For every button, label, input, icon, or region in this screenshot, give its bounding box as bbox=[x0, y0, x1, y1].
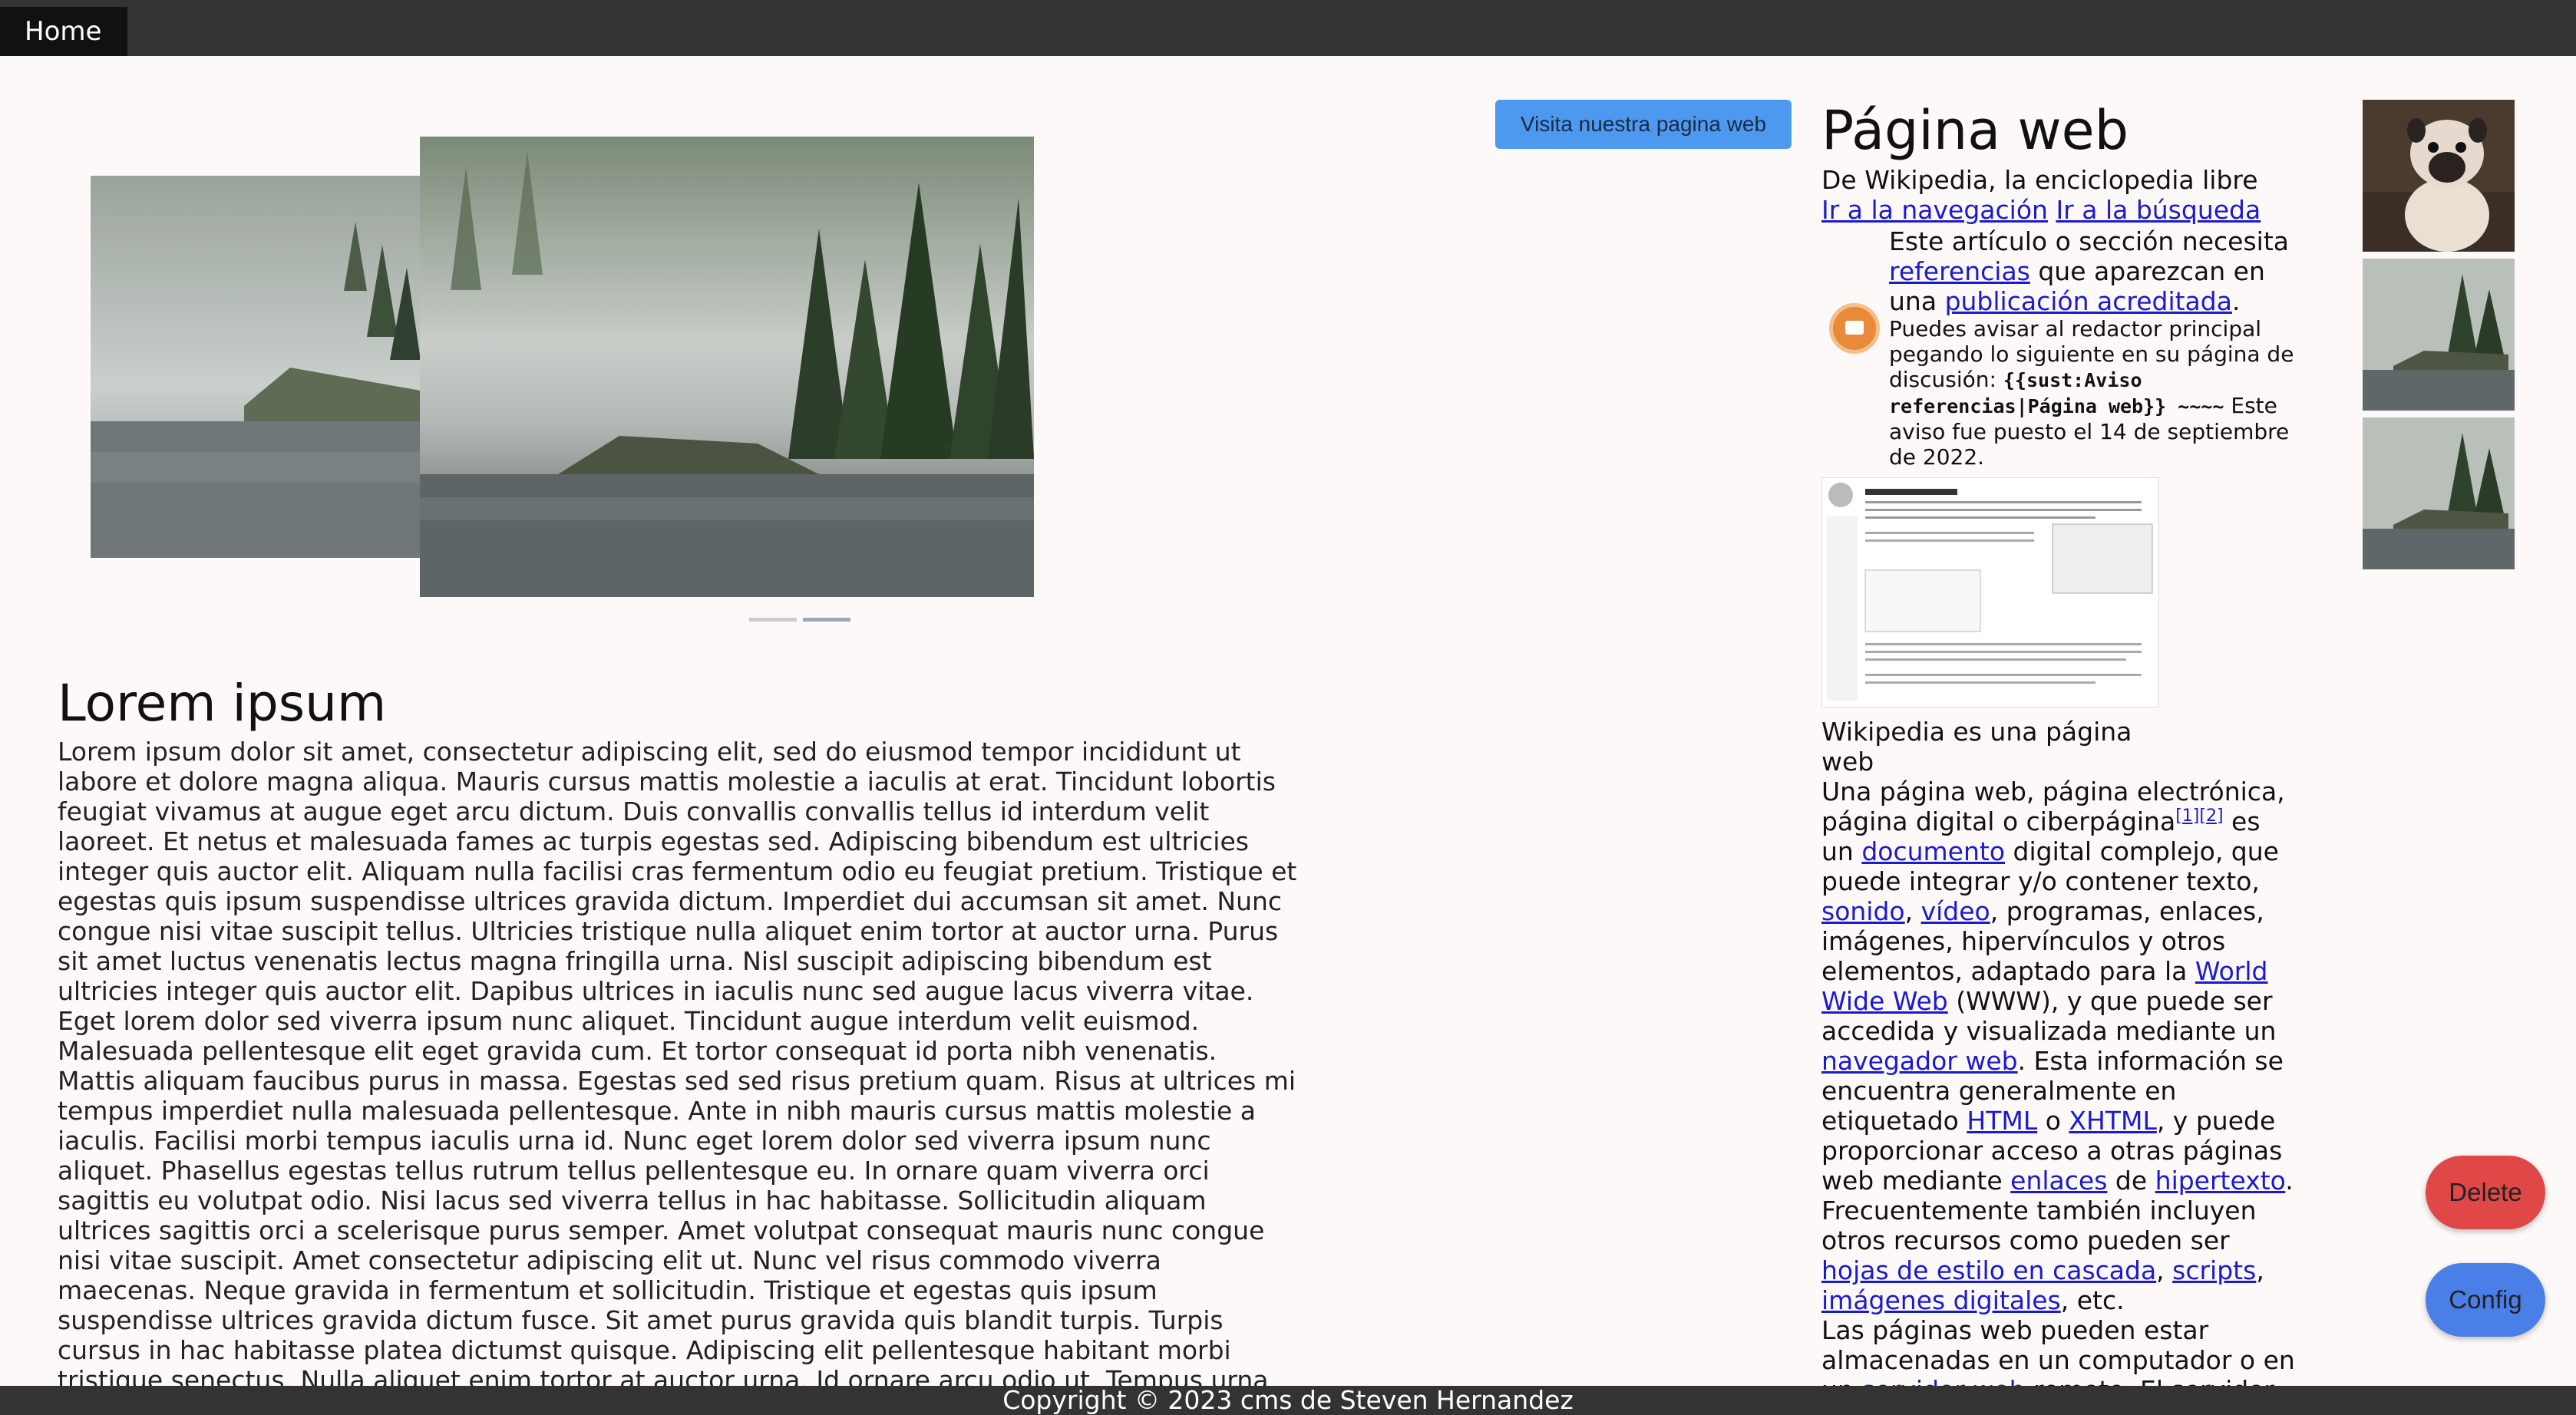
ref-link-1[interactable]: [1] bbox=[2175, 806, 2199, 826]
wiki-subtitle: De Wikipedia, la enciclopedia libre bbox=[1821, 165, 2258, 195]
link-sonido[interactable]: sonido bbox=[1821, 896, 1905, 926]
references-notice: Este artículo o sección necesita referen… bbox=[1821, 226, 2297, 470]
main-paragraph: Lorem ipsum dolor sit amet, consectetur … bbox=[58, 737, 1297, 1389]
wikipedia-screenshot-image[interactable] bbox=[1821, 477, 2159, 708]
wiki-article: Página web De Wikipedia, la enciclopedia… bbox=[1821, 96, 2297, 1393]
wiki-paragraph-2: Las páginas web pueden estar almacenadas… bbox=[1821, 1315, 2297, 1393]
link-html[interactable]: HTML bbox=[1967, 1106, 2037, 1136]
ref-link-2[interactable]: [2] bbox=[2199, 806, 2223, 826]
link-xhtml[interactable]: XHTML bbox=[2069, 1106, 2156, 1136]
thumbnail-forest-lake-1[interactable] bbox=[2363, 259, 2515, 411]
link-imagenes[interactable]: imágenes digitales bbox=[1821, 1285, 2061, 1315]
thumbnail-forest-lake-2[interactable] bbox=[2363, 417, 2515, 569]
book-notice-icon bbox=[1829, 303, 1880, 354]
wiki-paragraph-1: Una página web, página electrónica, pági… bbox=[1821, 777, 2294, 1315]
footer-copyright: Copyright © 2023 cms de Steven Hernandez bbox=[0, 1386, 2576, 1415]
link-css[interactable]: hojas de estilo en cascada bbox=[1821, 1255, 2156, 1285]
link-video[interactable]: vídeo bbox=[1921, 896, 1990, 926]
image-slider[interactable] bbox=[91, 137, 1035, 628]
link-scripts[interactable]: scripts bbox=[2172, 1255, 2256, 1285]
goto-navigation-link[interactable]: Ir a la navegación bbox=[1821, 195, 2048, 225]
notice-details: Puedes avisar al redactor principal pega… bbox=[1889, 316, 2294, 470]
link-navegador[interactable]: navegador web bbox=[1821, 1046, 2018, 1076]
link-enlaces[interactable]: enlaces bbox=[2010, 1166, 2107, 1196]
nav-home-link[interactable]: Home bbox=[0, 7, 127, 56]
visit-website-button[interactable]: Visita nuestra pagina web bbox=[1495, 100, 1792, 149]
wiki-title: Página web bbox=[1821, 99, 2129, 162]
main-title: Lorem ipsum bbox=[58, 674, 387, 733]
slider-image-previous[interactable] bbox=[91, 176, 421, 558]
image-caption: Wikipedia es una página web bbox=[1821, 717, 2132, 777]
goto-search-link[interactable]: Ir a la búsqueda bbox=[2056, 195, 2261, 225]
slider-dot[interactable] bbox=[749, 618, 797, 622]
publication-link[interactable]: publicación acreditada bbox=[1945, 286, 2232, 316]
top-navbar: Home bbox=[0, 0, 2576, 56]
link-hipertexto[interactable]: hipertexto bbox=[2155, 1166, 2286, 1196]
delete-button[interactable]: Delete bbox=[2426, 1156, 2545, 1229]
slider-image-current[interactable] bbox=[420, 137, 1034, 597]
slider-dot-active[interactable] bbox=[803, 618, 850, 622]
references-link[interactable]: referencias bbox=[1889, 256, 2030, 286]
thumbnail-pug-dog[interactable] bbox=[2363, 100, 2515, 252]
link-documento[interactable]: documento bbox=[1861, 836, 2005, 866]
config-button[interactable]: Config bbox=[2426, 1263, 2545, 1337]
